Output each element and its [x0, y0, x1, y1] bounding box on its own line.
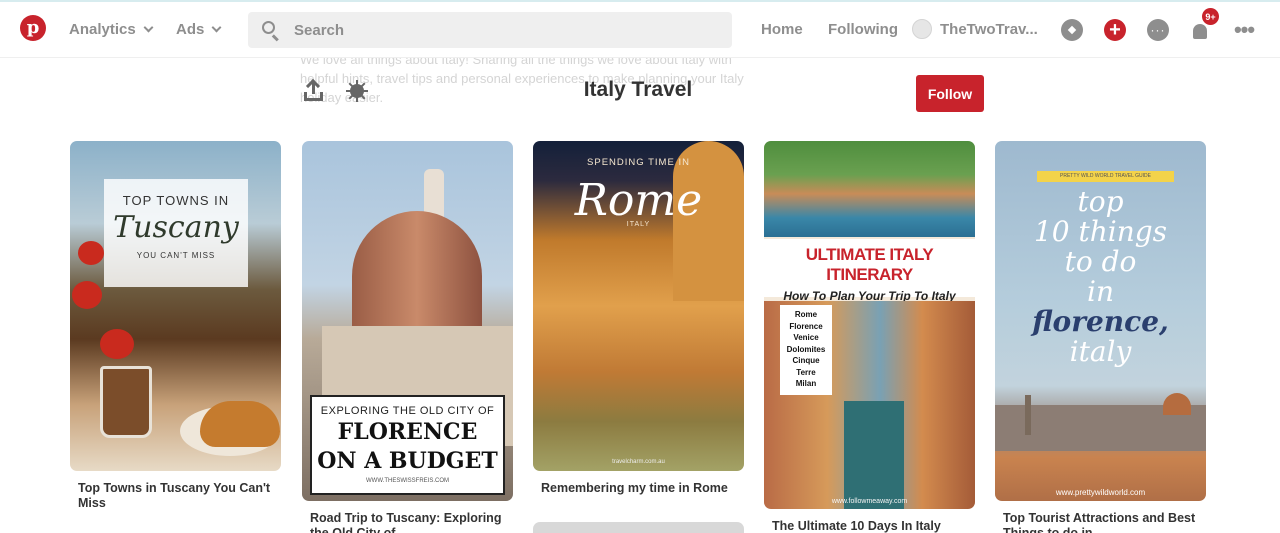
- overlay-text: SPENDING TIME IN: [587, 157, 690, 168]
- follow-button[interactable]: Follow: [916, 75, 984, 112]
- overlay-text: Rome: [574, 175, 703, 226]
- search-input[interactable]: [294, 21, 714, 39]
- avatar: [912, 19, 932, 39]
- list-item: Cinque: [792, 356, 820, 365]
- pin-caption[interactable]: The Ultimate 10 Days In Italy Itin-: [772, 519, 967, 533]
- list-item: Venice: [793, 333, 819, 342]
- following-link[interactable]: Following: [828, 21, 898, 38]
- overlay-text: top: [1077, 185, 1124, 218]
- compass-icon[interactable]: [1061, 19, 1083, 41]
- overlay-text: italy: [1069, 335, 1132, 368]
- pin-caption[interactable]: Top Tourist Attractions and Best Things …: [1003, 511, 1198, 533]
- notification-badge: 9+: [1202, 8, 1219, 25]
- overlay-text: WWW.THESWISSFREIS.COM: [366, 478, 449, 484]
- overlay-text: PRETTY WILD WORLD TRAVEL GUIDE: [1037, 171, 1174, 182]
- list-item: Milan: [795, 379, 817, 388]
- pin-card[interactable]: TOP TOWNS IN Tuscany YOU CAN'T MISS Top …: [70, 141, 281, 511]
- overlay-text: www.prettywildworld.com: [1055, 488, 1146, 497]
- pin-caption[interactable]: Road Trip to Tuscany: Exploring the Old …: [310, 511, 505, 533]
- pinterest-logo-icon[interactable]: p: [20, 15, 46, 41]
- overlay-text: florence,: [1032, 305, 1169, 338]
- pin-image-next[interactable]: [533, 522, 744, 533]
- plus-icon[interactable]: +: [1104, 19, 1126, 41]
- overlay-text: ON A BUDGET: [317, 448, 498, 474]
- overlay-text: travelcharm.com.au: [612, 459, 665, 465]
- pin-card[interactable]: ULTIMATE ITALY ITINERARY How To Plan You…: [764, 141, 975, 533]
- overlay-text: FLORENCE: [337, 419, 478, 445]
- chevron-down-icon: [143, 22, 154, 33]
- analytics-label: Analytics: [69, 21, 136, 38]
- pin-image[interactable]: EXPLORING THE OLD CITY OF FLORENCE ON A …: [302, 141, 513, 501]
- pin-overlay-card: ULTIMATE ITALY ITINERARY How To Plan You…: [764, 239, 975, 303]
- overlay-text: Tuscany: [113, 210, 239, 245]
- overlay-headline: top 10 things to do in florence, italy: [995, 187, 1206, 367]
- profile-link[interactable]: TheTwoTrav...: [912, 19, 1038, 39]
- ads-label: Ads: [176, 21, 205, 38]
- overlay-text: TOP TOWNS IN: [122, 193, 230, 208]
- list-item: Rome: [794, 310, 818, 319]
- pin-card[interactable]: EXPLORING THE OLD CITY OF FLORENCE ON A …: [302, 141, 513, 533]
- pin-image[interactable]: ULTIMATE ITALY ITINERARY How To Plan You…: [764, 141, 975, 509]
- chat-icon[interactable]: ···: [1147, 19, 1169, 41]
- top-nav-bar: p Analytics Ads Home Following TheTwoTra…: [0, 0, 1280, 58]
- pin-image[interactable]: TOP TOWNS IN Tuscany YOU CAN'T MISS: [70, 141, 281, 471]
- list-item: Florence: [789, 321, 823, 331]
- pin-image[interactable]: PRETTY WILD WORLD TRAVEL GUIDE top 10 th…: [995, 141, 1206, 501]
- overlay-text: YOU CAN'T MISS: [136, 251, 216, 260]
- home-link[interactable]: Home: [761, 21, 803, 38]
- profile-name: TheTwoTrav...: [940, 20, 1038, 38]
- logo-letter: p: [26, 17, 40, 38]
- more-icon[interactable]: •••: [1233, 19, 1255, 41]
- pin-caption[interactable]: Remembering my time in Rome: [541, 481, 736, 496]
- search-bar: [248, 12, 732, 48]
- pin-overlay-card: EXPLORING THE OLD CITY OF FLORENCE ON A …: [310, 395, 505, 495]
- pin-card[interactable]: PRETTY WILD WORLD TRAVEL GUIDE top 10 th…: [995, 141, 1206, 533]
- list-item: Terre: [796, 367, 816, 377]
- overlay-text: 10 things to do: [1033, 215, 1168, 278]
- overlay-text: www.followmeaway.com: [831, 498, 908, 505]
- upload-icon[interactable]: [303, 78, 325, 102]
- overlay-text: EXPLORING THE OLD CITY OF: [320, 405, 495, 417]
- pin-card[interactable]: SPENDING TIME IN Rome ITALY travelcharm.…: [533, 141, 744, 496]
- ads-dropdown[interactable]: Ads: [176, 21, 222, 38]
- settings-icon[interactable]: [346, 80, 368, 102]
- overlay-text: ULTIMATE ITALY ITINERARY: [805, 245, 934, 284]
- pin-image[interactable]: SPENDING TIME IN Rome ITALY travelcharm.…: [533, 141, 744, 471]
- overlay-text: ITALY: [626, 221, 651, 228]
- board-title: Italy Travel: [583, 78, 693, 101]
- overlay-text: in: [1087, 275, 1114, 308]
- search-icon: [248, 12, 288, 48]
- analytics-dropdown[interactable]: Analytics: [69, 21, 154, 38]
- pin-caption[interactable]: Top Towns in Tuscany You Can't Miss: [78, 481, 273, 511]
- pin-overlay-card: TOP TOWNS IN Tuscany YOU CAN'T MISS: [104, 179, 248, 287]
- chevron-down-icon: [211, 22, 222, 33]
- list-item: Dolomites: [786, 344, 826, 354]
- destination-list: Rome Florence Venice Dolomites Cinque Te…: [780, 305, 832, 395]
